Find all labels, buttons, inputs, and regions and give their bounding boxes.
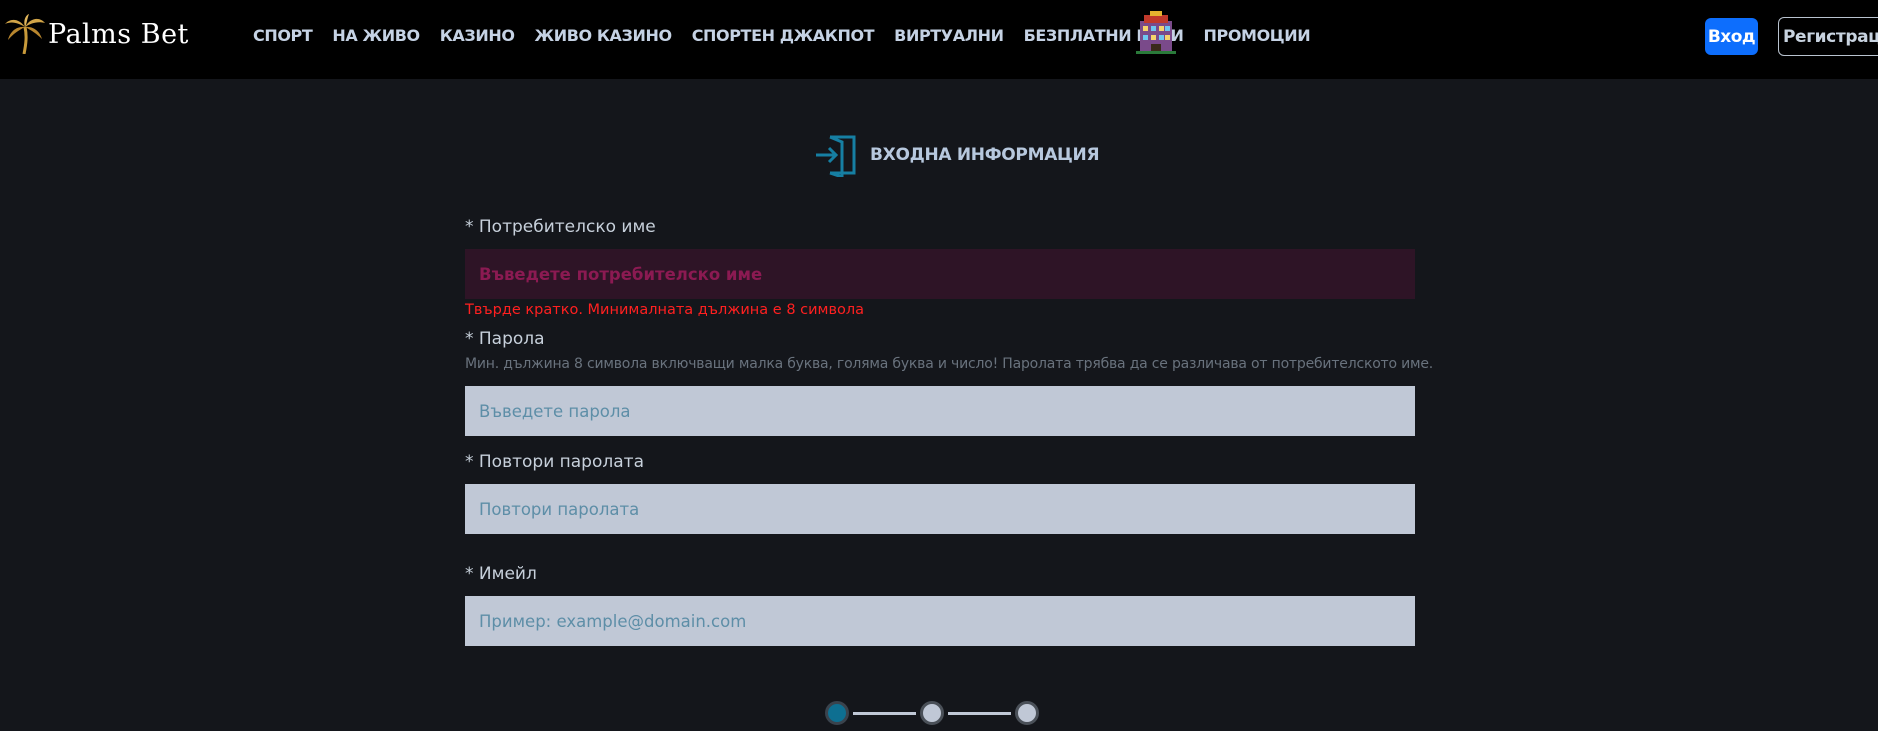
username-error: Твърде кратко. Минималната дължина е 8 с… — [465, 302, 865, 318]
register-button[interactable]: Регистрация — [1778, 17, 1878, 56]
top-navbar: Palms Bet СПОРТ НА ЖИВО КАЗИНО ЖИВО КАЗИ… — [0, 0, 1878, 79]
password-input[interactable] — [465, 386, 1415, 436]
login-icon — [816, 135, 856, 177]
password-label: * Парола — [465, 329, 545, 349]
step-1-indicator[interactable] — [825, 701, 849, 725]
email-label: * Имейл — [465, 564, 537, 584]
nav-item-sport-jackpot[interactable]: СПОРТЕН ДЖАКПОТ — [692, 26, 875, 45]
section-heading: ВХОДНА ИНФОРМАЦИЯ — [814, 133, 1100, 177]
step-connector — [853, 711, 916, 715]
promo-building-icon[interactable] — [1132, 11, 1180, 59]
password-hint: Мин. дължина 8 символа включващи малка б… — [465, 356, 1434, 372]
nav-item-live[interactable]: НА ЖИВО — [332, 26, 420, 45]
step-2-indicator[interactable] — [920, 701, 944, 725]
nav-item-promotions[interactable]: ПРОМОЦИИ — [1204, 26, 1311, 45]
section-title: ВХОДНА ИНФОРМАЦИЯ — [870, 145, 1100, 165]
palm-tree-icon — [5, 14, 45, 54]
nav-item-live-casino[interactable]: ЖИВО КАЗИНО — [535, 26, 673, 45]
nav-item-sport[interactable]: СПОРТ — [253, 26, 313, 45]
email-input[interactable] — [465, 596, 1415, 646]
login-button[interactable]: Вход — [1705, 18, 1758, 55]
username-input[interactable] — [465, 249, 1415, 299]
repeat-password-input[interactable] — [465, 484, 1415, 534]
step-3-indicator[interactable] — [1015, 701, 1039, 725]
nav-item-casino[interactable]: КАЗИНО — [440, 26, 515, 45]
repeat-password-label: * Повтори паролата — [465, 452, 644, 472]
username-label: * Потребителско име — [465, 217, 656, 237]
site-logo[interactable]: Palms Bet — [4, 14, 189, 54]
nav-item-virtual[interactable]: ВИРТУАЛНИ — [894, 26, 1004, 45]
logo-text: Palms Bet — [48, 18, 189, 50]
step-connector — [948, 711, 1011, 715]
registration-stepper — [825, 701, 1039, 725]
